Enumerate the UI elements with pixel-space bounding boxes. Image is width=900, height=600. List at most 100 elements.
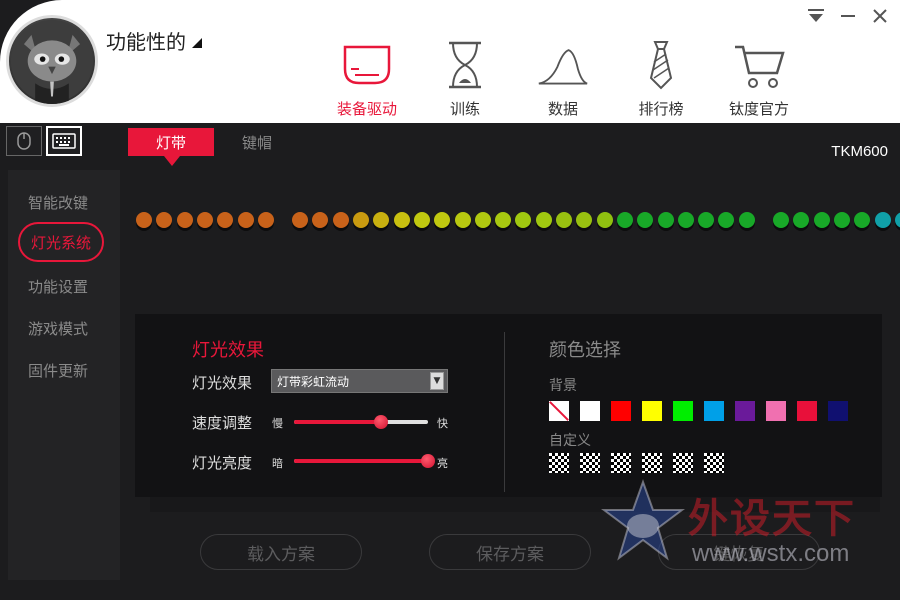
speed-min-label: 慢 [272,417,283,430]
nav-label: 钛度官方 [728,100,789,118]
custom-color-swatch[interactable] [580,453,600,473]
led-dot [156,212,173,228]
sidebar-item-label: 智能改键 [27,193,88,212]
background-label: 背景 [549,378,577,394]
led-dot [434,212,451,228]
color-swatch[interactable] [797,401,817,421]
color-swatch[interactable] [580,401,600,421]
speed-label: 速度调整 [192,414,253,432]
custom-color-swatch[interactable] [549,453,569,473]
color-select-title: 颜色选择 [549,340,621,361]
sidebar-item-game-mode[interactable]: 游戏模式 [10,308,106,348]
color-swatch[interactable] [735,401,755,421]
watermark-url: www.wstx.com [692,540,850,567]
sidebar-item-label: 固件更新 [27,361,88,380]
led-dot [454,212,471,228]
brightness-label: 灯光亮度 [192,454,253,472]
watermark: 外设天下 www.wstx.com [600,478,890,588]
sidebar-item-lighting[interactable]: 灯光系统 [18,222,104,262]
no-color-swatch[interactable] [549,401,569,421]
shopping-cart-icon [733,40,785,90]
custom-color-swatch[interactable] [642,453,662,473]
chevron-down-icon[interactable]: ▼ [430,372,444,390]
led-dot [495,212,512,228]
device-tab-mouse[interactable] [6,126,42,156]
sidebar-item-firmware-update[interactable]: 固件更新 [10,350,106,390]
nav-device-driver[interactable]: 装备驱动 [318,40,416,119]
color-swatch[interactable] [611,401,631,421]
speed-slider-handle[interactable] [374,415,389,429]
led-dot [136,212,152,228]
caret-down-icon [192,37,202,48]
led-dot [596,212,613,228]
tie-icon [635,40,687,90]
led-dot [393,212,410,228]
brightness-slider[interactable] [294,454,435,468]
led-dot [677,212,694,228]
sidebar-item-label: 游戏模式 [27,319,88,338]
nav-training[interactable]: 训练 [416,40,514,119]
sidebar-item-label: 灯光系统 [30,233,91,252]
custom-color-swatch[interactable] [704,453,724,473]
led-dot [616,212,633,228]
led-dot [718,212,735,228]
color-swatch[interactable] [704,401,724,421]
nav-official[interactable]: 钛度官方 [710,40,808,119]
color-swatch[interactable] [673,401,693,421]
keyboard-icon [52,133,76,149]
brightness-slider-fill [294,459,428,463]
led-dot [196,212,213,228]
nav-leaderboard[interactable]: 排行榜 [612,40,710,119]
speed-max-label: 快 [437,417,448,430]
main-nav: 装备驱动 训练 数据 排行榜 钛度官方 [318,40,808,119]
effect-label: 灯光效果 [192,374,253,392]
device-tab-keyboard[interactable] [46,126,82,156]
load-profile-button[interactable]: 载入方案 [200,534,362,570]
led-dot [813,212,830,228]
led-dot [217,212,234,228]
led-dot [773,212,789,228]
color-swatch[interactable] [642,401,662,421]
nav-label: 排行榜 [638,100,684,118]
led-dot [833,212,850,228]
profile-selector[interactable]: 功能性的 [106,26,202,55]
led-dot [874,212,891,228]
save-profile-button[interactable]: 保存方案 [429,534,591,570]
led-dot [657,212,674,228]
led-dot [515,212,532,228]
watermark-star-icon [601,479,685,561]
custom-label: 自定义 [549,433,591,449]
bell-curve-icon [537,40,589,90]
device-model: TKM600 [831,143,888,160]
tab-light-strip[interactable]: 灯带 [128,128,214,166]
sidebar-item-function-settings[interactable]: 功能设置 [10,266,106,306]
light-effect-title: 灯光效果 [192,340,264,361]
led-dot [353,212,369,228]
led-dot [413,212,430,228]
user-avatar[interactable] [6,15,98,107]
minimize-icon[interactable] [838,6,858,26]
close-icon[interactable] [870,6,890,26]
led-dot [576,212,593,228]
led-dot [793,212,810,228]
device-driver-icon [341,40,393,90]
sidebar-item-key-remap[interactable]: 智能改键 [10,182,106,222]
brightness-slider-handle[interactable] [421,454,435,468]
led-dot [312,212,329,228]
color-swatch[interactable] [828,401,848,421]
led-dot [373,212,390,228]
custom-color-swatch[interactable] [611,453,631,473]
dropdown-menu-icon[interactable] [806,6,826,26]
custom-color-swatch[interactable] [673,453,693,473]
speed-slider[interactable] [294,415,428,429]
tab-keycaps[interactable]: 键帽 [238,128,276,156]
led-dot [854,212,871,228]
led-dot [698,212,715,228]
hourglass-icon [439,40,491,90]
brightness-min-label: 暗 [272,457,283,470]
effect-select[interactable]: 灯带彩虹流动 ▼ [271,369,448,393]
nav-data[interactable]: 数据 [514,40,612,119]
led-dot [257,212,274,228]
led-dot [556,212,572,228]
color-swatch[interactable] [766,401,786,421]
